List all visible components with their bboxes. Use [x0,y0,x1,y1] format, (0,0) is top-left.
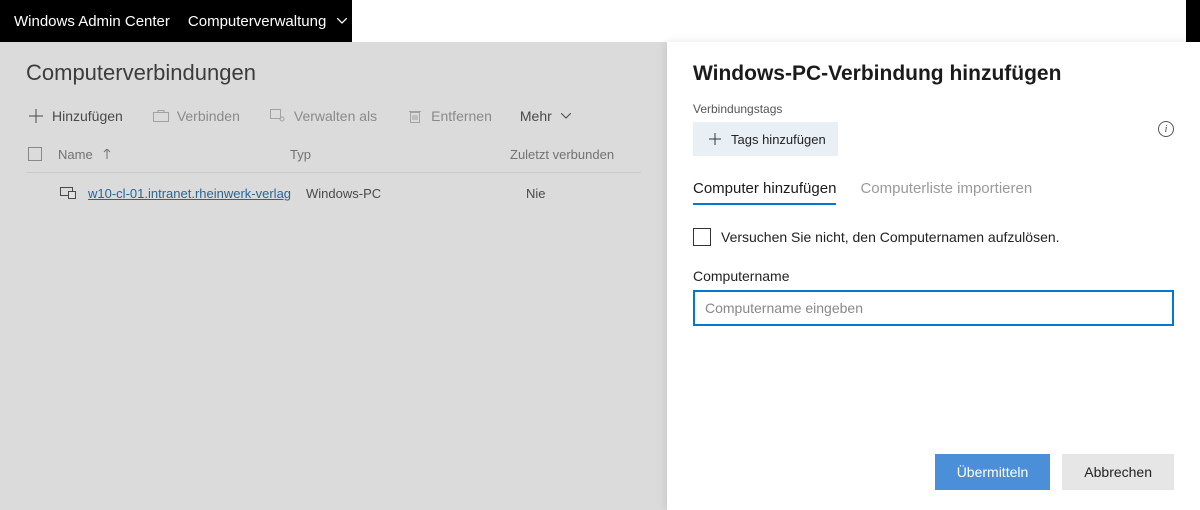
context-dropdown[interactable]: Computerverwaltung [188,11,352,31]
column-type[interactable]: Typ [290,147,510,162]
column-last[interactable]: Zuletzt verbunden [510,147,641,162]
more-dropdown[interactable]: Mehr [520,106,576,126]
computer-icon [58,183,78,203]
select-all-checkbox[interactable] [28,147,42,161]
column-name[interactable]: Name [58,144,290,164]
sort-asc-icon [97,144,117,164]
tab-add-computer[interactable]: Computer hinzufügen [693,180,836,205]
plus-icon [26,106,46,126]
context-label: Computerverwaltung [188,13,326,30]
remove-button: Entfernen [405,106,492,126]
table-row[interactable]: w10-cl-01.intranet.rheinwerk-verlag Wind… [26,173,641,213]
notifications-icon[interactable] [759,1,779,21]
tab-import-list[interactable]: Computerliste importieren [860,180,1032,205]
trash-icon [405,106,425,126]
computername-label: Computername [693,268,1174,284]
row-last: Nie [526,186,641,201]
tags-label: Verbindungstags [693,102,838,116]
add-tags-button[interactable]: Tags hinzufügen [693,122,838,156]
briefcase-icon [151,106,171,126]
app-brand: Windows Admin Center [14,13,170,30]
computername-input[interactable] [693,290,1174,326]
panel-title: Windows-PC-Verbindung hinzufügen [693,62,1174,86]
submit-button[interactable]: Übermitteln [935,454,1051,490]
resolve-label: Versuchen Sie nicht, den Computernamen a… [721,229,1060,245]
connection-link[interactable]: w10-cl-01.intranet.rheinwerk-verlag [88,186,291,201]
info-icon[interactable]: i [1158,121,1174,137]
plus-icon [705,129,725,149]
chevron-down-icon [332,11,352,31]
add-button[interactable]: Hinzufügen [26,106,123,126]
resolve-checkbox[interactable] [693,228,711,246]
row-type: Windows-PC [306,186,526,201]
cancel-button[interactable]: Abbrechen [1062,454,1174,490]
page-title: Computerverbindungen [26,60,641,86]
manage-as-button: Verwalten als [268,106,377,126]
connect-button: Verbinden [151,106,240,126]
chevron-down-icon [556,106,576,126]
user-box-icon [268,106,288,126]
